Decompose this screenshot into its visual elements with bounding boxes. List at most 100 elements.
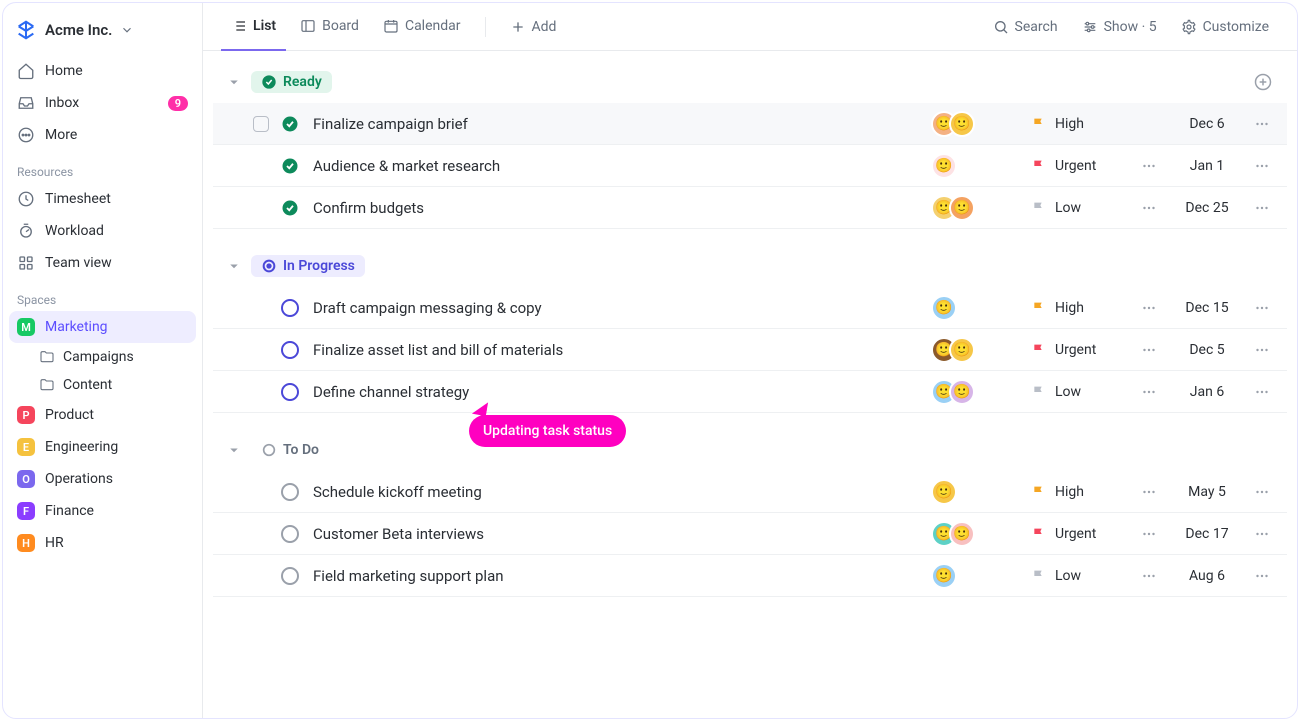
priority-cell[interactable]: High (1031, 484, 1131, 500)
status-progress-icon[interactable] (281, 383, 299, 401)
sidebar-space-hr[interactable]: HHR (9, 527, 196, 559)
priority-cell[interactable]: High (1031, 300, 1131, 316)
status-ready-icon[interactable] (281, 157, 299, 175)
row-action[interactable] (1131, 299, 1167, 317)
status-todo-icon[interactable] (281, 525, 299, 543)
row-action[interactable] (1131, 157, 1167, 175)
avatar[interactable]: 🙂 (931, 563, 957, 589)
avatar[interactable]: 🙂 (931, 295, 957, 321)
due-date[interactable]: Jan 6 (1167, 384, 1247, 400)
sidebar-item-inbox[interactable]: Inbox 9 (9, 87, 196, 119)
row-more-icon[interactable] (1247, 383, 1277, 401)
sidebar-space-marketing[interactable]: MMarketing (9, 311, 196, 343)
row-action[interactable] (1131, 567, 1167, 585)
avatar[interactable]: 🙂 (949, 111, 975, 137)
spaces-list: MMarketingCampaignsContentPProductEEngin… (9, 311, 196, 559)
avatar[interactable]: 🙂 (931, 479, 957, 505)
workspace-switcher[interactable]: Acme Inc. (9, 13, 196, 55)
cursor-tooltip: Updating task status (469, 415, 626, 447)
avatar[interactable]: 🙂 (949, 521, 975, 547)
row-more-icon[interactable] (1247, 567, 1277, 585)
search-button[interactable]: Search (983, 13, 1068, 41)
search-icon (993, 19, 1009, 35)
row-action[interactable] (1131, 525, 1167, 543)
avatar[interactable]: 🙂 (949, 195, 975, 221)
row-action[interactable] (1131, 483, 1167, 501)
space-name: Product (45, 407, 94, 423)
caret-down-icon[interactable] (225, 73, 243, 91)
status-progress-icon[interactable] (281, 299, 299, 317)
customize-button[interactable]: Customize (1171, 13, 1279, 41)
status-progress-icon[interactable] (281, 341, 299, 359)
sidebar-space-product[interactable]: PProduct (9, 399, 196, 431)
due-date[interactable]: Dec 17 (1167, 526, 1247, 542)
task-row[interactable]: Confirm budgets 🙂🙂 Low Dec 25 (213, 187, 1287, 229)
due-date[interactable]: Dec 15 (1167, 300, 1247, 316)
priority-cell[interactable]: Low (1031, 568, 1131, 584)
checkbox[interactable] (253, 116, 269, 132)
task-row[interactable]: Draft campaign messaging & copy 🙂 High D… (213, 287, 1287, 329)
sidebar-item-more[interactable]: More (9, 119, 196, 151)
group-header[interactable]: In Progress (213, 251, 1287, 287)
add-view-button[interactable]: Add (500, 13, 567, 41)
priority-cell[interactable]: Low (1031, 200, 1131, 216)
task-row[interactable]: Finalize asset list and bill of material… (213, 329, 1287, 371)
group-header[interactable]: Ready (213, 67, 1287, 103)
task-row[interactable]: Customer Beta interviews 🙂🙂 Urgent Dec 1… (213, 513, 1287, 555)
task-row[interactable]: Schedule kickoff meeting 🙂 High May 5 (213, 471, 1287, 513)
add-task-icon[interactable] (1253, 72, 1273, 92)
priority-cell[interactable]: Low (1031, 384, 1131, 400)
priority-cell[interactable]: High (1031, 116, 1131, 132)
task-row[interactable]: Finalize campaign brief 🙂🙂 High Dec 6 (213, 103, 1287, 145)
sidebar-folder-content[interactable]: Content (9, 371, 196, 399)
sidebar-space-operations[interactable]: OOperations (9, 463, 196, 495)
show-columns-button[interactable]: Show · 5 (1072, 13, 1167, 41)
row-action[interactable] (1131, 199, 1167, 217)
priority-label: Low (1055, 568, 1081, 584)
task-row[interactable]: Define channel strategy 🙂🙂 Low Jan 6 (213, 371, 1287, 413)
sidebar-folder-campaigns[interactable]: Campaigns (9, 343, 196, 371)
avatar[interactable]: 🙂 (949, 337, 975, 363)
due-date[interactable]: May 5 (1167, 484, 1247, 500)
priority-cell[interactable]: Urgent (1031, 526, 1131, 542)
caret-down-icon[interactable] (225, 441, 243, 459)
row-more-icon[interactable] (1247, 199, 1277, 217)
space-name: HR (45, 535, 64, 551)
due-date[interactable]: Dec 6 (1167, 116, 1247, 132)
row-more-icon[interactable] (1247, 299, 1277, 317)
priority-cell[interactable]: Urgent (1031, 158, 1131, 174)
workspace-name: Acme Inc. (45, 21, 112, 39)
row-more-icon[interactable] (1247, 341, 1277, 359)
avatar[interactable]: 🙂 (949, 379, 975, 405)
sidebar-item-workload[interactable]: Workload (9, 215, 196, 247)
caret-down-icon[interactable] (225, 257, 243, 275)
row-more-icon[interactable] (1247, 483, 1277, 501)
avatar[interactable]: 🙂 (931, 153, 957, 179)
status-todo-icon[interactable] (281, 567, 299, 585)
status-ready-icon[interactable] (281, 199, 299, 217)
row-action[interactable] (1131, 341, 1167, 359)
sidebar-space-engineering[interactable]: EEngineering (9, 431, 196, 463)
task-row[interactable]: Audience & market research 🙂 Urgent Jan … (213, 145, 1287, 187)
task-row[interactable]: Field marketing support plan 🙂 Low Aug 6 (213, 555, 1287, 597)
btn-label: Show · 5 (1104, 19, 1157, 35)
row-more-icon[interactable] (1247, 157, 1277, 175)
tab-calendar[interactable]: Calendar (373, 3, 471, 51)
priority-cell[interactable]: Urgent (1031, 342, 1131, 358)
status-ready-icon[interactable] (281, 115, 299, 133)
due-date[interactable]: Dec 25 (1167, 200, 1247, 216)
sidebar-item-teamview[interactable]: Team view (9, 247, 196, 279)
due-date[interactable]: Aug 6 (1167, 568, 1247, 584)
tab-board[interactable]: Board (290, 3, 369, 51)
sidebar-item-timesheet[interactable]: Timesheet (9, 183, 196, 215)
status-todo-icon[interactable] (281, 483, 299, 501)
sidebar-item-home[interactable]: Home (9, 55, 196, 87)
tab-list[interactable]: List (221, 3, 286, 51)
row-more-icon[interactable] (1247, 525, 1277, 543)
row-more-icon[interactable] (1247, 115, 1277, 133)
due-date[interactable]: Dec 5 (1167, 342, 1247, 358)
row-action[interactable] (1131, 383, 1167, 401)
sidebar-space-finance[interactable]: FFinance (9, 495, 196, 527)
due-date[interactable]: Jan 1 (1167, 158, 1247, 174)
group-header[interactable]: To Do (213, 435, 1287, 471)
